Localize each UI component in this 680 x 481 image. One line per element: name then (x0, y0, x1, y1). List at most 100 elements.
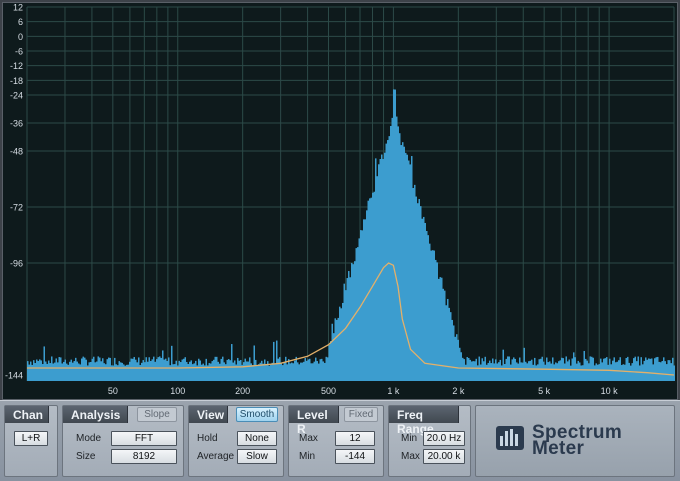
spectrum-bar (199, 360, 201, 381)
smooth-toggle[interactable]: Smooth (236, 407, 278, 422)
spectrum-bar (381, 154, 383, 381)
spectrum-bar (520, 362, 522, 381)
spectrum-bar (291, 362, 293, 381)
spectrum-bar (184, 357, 186, 381)
spectrum-bar (175, 360, 177, 381)
spectrum-bar (238, 360, 240, 381)
spectrum-bar (517, 363, 519, 381)
spectrum-bar (211, 361, 213, 381)
spectrum-bar (132, 358, 134, 381)
spectrum-bar (492, 358, 494, 381)
spectrum-bar (168, 357, 170, 381)
size-select[interactable]: 8192 (111, 449, 177, 464)
spectrum-bar (30, 361, 32, 381)
spectrum-bar (253, 345, 255, 381)
spectrum-bar (466, 357, 468, 381)
spectrum-bar (601, 362, 603, 381)
spectrum-bar (351, 262, 353, 381)
spectrum-bar (64, 359, 66, 381)
spectrum-bar (435, 259, 437, 381)
spectrum-bar (486, 364, 488, 381)
spectrum-bar (663, 357, 665, 381)
spectrum-bar (649, 358, 651, 381)
freq-max-field[interactable]: 20.00 k (423, 449, 465, 464)
spectrum-bar (34, 363, 36, 381)
spectrum-bar (96, 361, 98, 381)
spectrum-bar (115, 364, 117, 381)
level-min-field[interactable]: -144 (335, 449, 375, 464)
spectrum-bar (594, 365, 596, 381)
spectrum-bar (666, 364, 668, 381)
spectrum-bar (490, 363, 492, 381)
channel-select[interactable]: L+R (14, 431, 48, 446)
spectrum-bar (445, 305, 447, 381)
spectrum-bar (460, 352, 462, 381)
spectrum-bar (525, 361, 527, 381)
spectrum-bar (144, 362, 146, 381)
spectrum-bar (424, 222, 426, 381)
spectrum-bar (337, 317, 339, 381)
spectrum-bar (52, 363, 54, 381)
mode-label: Mode (76, 433, 102, 444)
fixed-button[interactable]: Fixed (344, 407, 378, 422)
spectrum-bar (579, 362, 581, 381)
mode-select[interactable]: FFT (111, 431, 177, 446)
spectrum-bar (403, 146, 405, 381)
spectrum-bar (510, 364, 512, 381)
spectrum-bar (397, 126, 399, 381)
spectrum-bar (528, 361, 530, 381)
spectrum-bar (46, 363, 48, 381)
spectrum-bar (187, 364, 189, 381)
spectrum-bar (249, 357, 251, 381)
spectrum-bar (334, 318, 336, 381)
spectrum-bar (418, 199, 420, 381)
y-tick-label: -6 (15, 47, 23, 57)
freq-min-field[interactable]: 20.0 Hz (423, 431, 465, 446)
spectrum-bar (148, 357, 150, 381)
view-section: View Smooth Hold None Average Slow (188, 405, 284, 477)
spectrum-bar (103, 363, 105, 381)
spectrum-bar (375, 158, 377, 381)
size-label: Size (76, 451, 96, 462)
spectrum-bar (532, 364, 534, 381)
spectrum-bar (123, 364, 125, 381)
spectrum-bar (130, 358, 132, 381)
spectrum-bar (190, 360, 192, 381)
freq-range-title: Freq Range (389, 406, 459, 436)
spectrum-bar (219, 363, 221, 381)
spectrum-bar (610, 364, 612, 381)
spectrum-bar (522, 362, 524, 381)
spectrum-bar (312, 363, 314, 381)
spectrum-bar (300, 362, 302, 381)
spectrum-bar (423, 216, 425, 381)
hold-select[interactable]: None (237, 431, 277, 446)
spectrum-bar (285, 356, 287, 381)
spectrum-bar (661, 360, 663, 381)
spectrum-bar (54, 362, 56, 381)
spectrum-bar (220, 358, 222, 381)
spectrum-bar (357, 247, 359, 381)
x-tick-label: 200 (235, 386, 250, 396)
spectrum-bar (529, 360, 531, 381)
spectrum-bar (400, 145, 402, 381)
level-max-field[interactable]: 12 (335, 431, 375, 446)
spectrum-bar (450, 312, 452, 381)
spectrum-bar (264, 359, 266, 381)
level-min-label: Min (299, 451, 316, 462)
spectrum-bar (295, 356, 297, 381)
spectrum-bar (246, 361, 248, 381)
spectrum-bar (231, 344, 233, 381)
spectrum-bar (640, 357, 642, 381)
spectrum-bar (244, 358, 246, 381)
spectrum-bar (304, 358, 306, 381)
average-select[interactable]: Slow (237, 449, 277, 464)
slope-button[interactable]: Slope (137, 407, 177, 422)
view-title: View (189, 406, 228, 423)
spectrum-bar (511, 359, 513, 381)
spectrum-bar (79, 364, 81, 381)
spectrum-bar (346, 278, 348, 381)
spectrum-bar (318, 363, 320, 381)
spectrum-bar (229, 360, 231, 381)
spectrum-bar (547, 362, 549, 381)
spectrum-bar (417, 203, 419, 381)
